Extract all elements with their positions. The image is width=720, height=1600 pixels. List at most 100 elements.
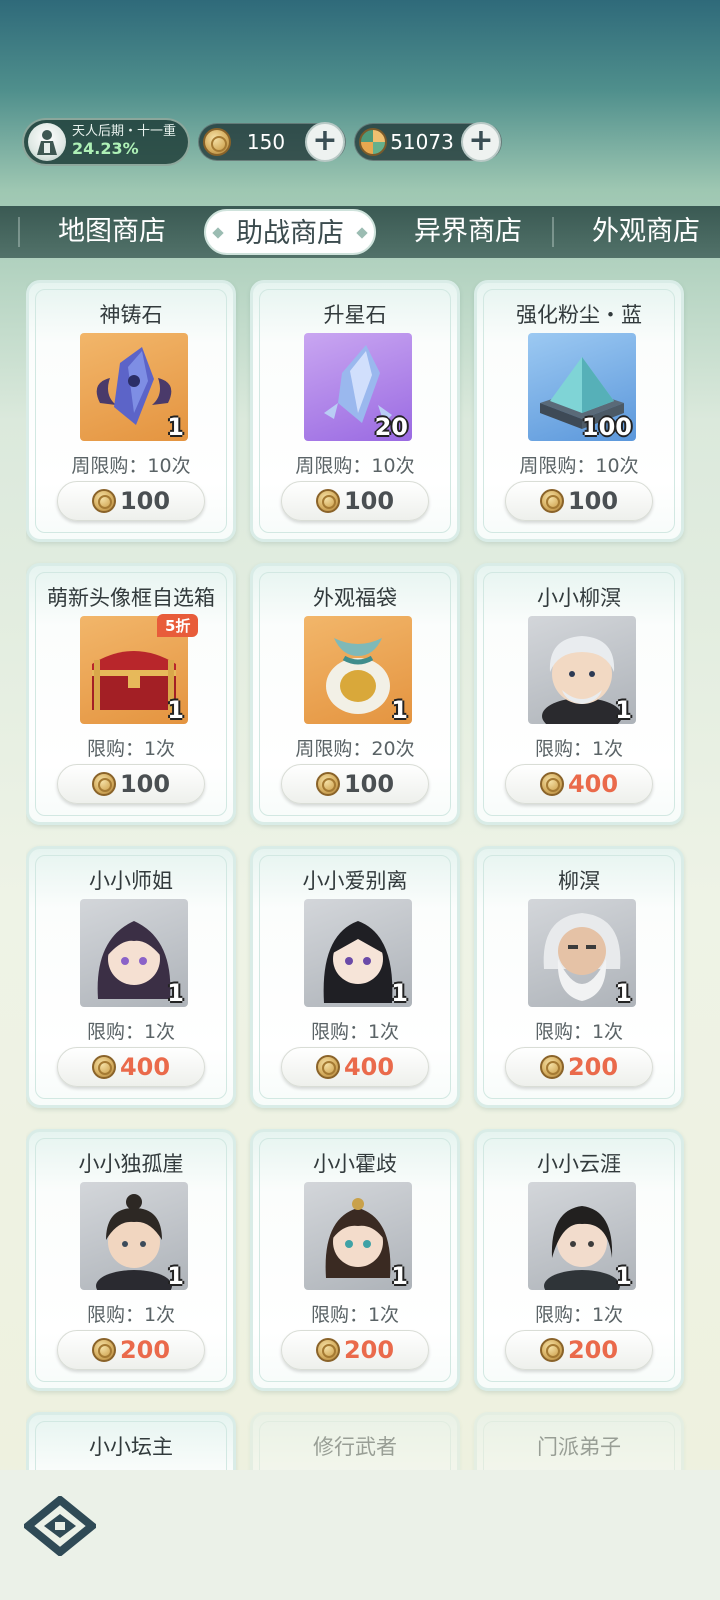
realm-title: 天人后期・十一重: [72, 124, 177, 140]
purchase-limit: 限购：1次: [86, 738, 176, 760]
item-name: 升星石: [323, 303, 387, 327]
item-quantity: 1: [167, 1262, 184, 1290]
realm-progress-value: 24.23%: [72, 139, 139, 159]
item-quantity: 1: [615, 696, 632, 724]
currency-coin: 150 +: [198, 122, 346, 162]
item-name: 门派弟子: [537, 1435, 621, 1459]
shop-item-card[interactable]: 门派弟子: [474, 1412, 684, 1470]
item-price: 100: [343, 770, 395, 798]
bottom-bar: [0, 1470, 720, 1600]
item-name: 强化粉尘・蓝: [516, 303, 642, 327]
coin-icon: [91, 1055, 116, 1079]
shop-item-card[interactable]: 小小云涯 1 限购：1次 200: [474, 1129, 684, 1391]
coin-icon: [203, 128, 231, 156]
shop-item-card[interactable]: 小小独孤崖 1 限购：1次 200: [26, 1129, 236, 1391]
shop-item-card[interactable]: 小小柳溟 1 限购：1次 400: [474, 563, 684, 825]
item-price: 200: [567, 1336, 619, 1364]
item-quantity: 1: [391, 1262, 408, 1290]
item-price: 100: [343, 487, 395, 515]
add-jade-button[interactable]: +: [461, 122, 501, 162]
item-name: 小小云涯: [537, 1152, 621, 1176]
shop-item-card[interactable]: 小小坛主: [26, 1412, 236, 1470]
purchase-limit: 限购：1次: [86, 1021, 176, 1043]
tab-support-shop[interactable]: 助战商店: [204, 209, 376, 255]
buy-button[interactable]: 200: [505, 1047, 653, 1087]
shop-item-card[interactable]: 小小霍歧 1 限购：1次 200: [250, 1129, 460, 1391]
avatar-purple-hair-icon: 1: [80, 899, 188, 1007]
coin-icon: [315, 1338, 340, 1362]
item-price: 400: [119, 1053, 171, 1081]
tab-divider: [18, 217, 20, 247]
coin-icon: [91, 772, 116, 796]
shop-item-card[interactable]: 外观福袋 1 周限购：20次 100: [250, 563, 460, 825]
purchase-limit: 限购：1次: [310, 1021, 400, 1043]
cultivator-avatar-icon: [28, 123, 66, 161]
item-price: 200: [343, 1336, 395, 1364]
buy-button[interactable]: 100: [505, 481, 653, 521]
coin-icon: [315, 1055, 340, 1079]
buy-button[interactable]: 100: [281, 481, 429, 521]
item-quantity: 1: [167, 696, 184, 724]
realm-progress[interactable]: 天人后期・十一重 24.23%: [22, 118, 190, 166]
item-quantity: 100: [581, 413, 632, 441]
coin-amount: 150: [246, 130, 286, 154]
buy-button[interactable]: 200: [281, 1330, 429, 1370]
buy-button[interactable]: 100: [57, 764, 205, 804]
status-row: 天人后期・十一重 24.23% 150 + 51073 +: [22, 118, 502, 166]
tab-divider: [552, 217, 554, 247]
coin-icon: [315, 772, 340, 796]
buy-button[interactable]: 400: [57, 1047, 205, 1087]
buy-button[interactable]: 200: [505, 1330, 653, 1370]
item-quantity: 1: [167, 413, 184, 441]
item-name: 柳溟: [558, 869, 600, 893]
buy-button[interactable]: 400: [281, 1047, 429, 1087]
shop-item-card[interactable]: 萌新头像框自选箱 1 5折 限购：1次 100: [26, 563, 236, 825]
shop-item-card[interactable]: 小小师姐 1 限购：1次 400: [26, 846, 236, 1108]
purchase-limit: 限购：1次: [86, 1304, 176, 1326]
item-name: 外观福袋: [313, 586, 397, 610]
item-price: 400: [567, 770, 619, 798]
avatar-scholar-icon: 1: [528, 1182, 636, 1290]
lucky-bag-icon: 1: [304, 616, 412, 724]
buy-button[interactable]: 100: [281, 764, 429, 804]
buy-button[interactable]: 400: [505, 764, 653, 804]
coin-icon: [539, 772, 564, 796]
item-name: 神铸石: [99, 303, 163, 327]
star-stone-icon: 20: [304, 333, 412, 441]
menu-logo-icon[interactable]: [21, 1494, 99, 1558]
purchase-limit: 限购：1次: [534, 1304, 624, 1326]
item-name: 小小师姐: [89, 869, 173, 893]
purchase-limit: 周限购：10次: [295, 455, 415, 477]
shop-tabs: 地图商店 助战商店 异界商店 外观商店: [0, 206, 720, 258]
purchase-limit: 限购：1次: [534, 1021, 624, 1043]
item-quantity: 20: [374, 413, 408, 441]
jade-icon: [359, 128, 387, 156]
shop-item-card[interactable]: 修行武者: [250, 1412, 460, 1470]
coin-icon: [539, 1055, 564, 1079]
jade-amount: 51073: [390, 130, 454, 154]
shop-item-card[interactable]: 神铸石 1 周限购：10次 100: [26, 280, 236, 542]
shop-item-card[interactable]: 小小爱别离 1 限购：1次 400: [250, 846, 460, 1108]
tab-map-shop[interactable]: 地图商店: [44, 209, 180, 255]
tab-otherworld-shop[interactable]: 异界商店: [400, 209, 536, 255]
buy-button[interactable]: 200: [57, 1330, 205, 1370]
avatar-topknot-icon: 1: [80, 1182, 188, 1290]
coin-icon: [539, 489, 564, 513]
currency-jade: 51073 +: [354, 122, 502, 162]
shop-item-card[interactable]: 升星石 20 周限购：10次 100: [250, 280, 460, 542]
purchase-limit: 周限购：20次: [295, 738, 415, 760]
dust-pile-icon: 100: [528, 333, 636, 441]
add-coin-button[interactable]: +: [305, 122, 345, 162]
item-price: 400: [343, 1053, 395, 1081]
item-quantity: 1: [615, 1262, 632, 1290]
buy-button[interactable]: 100: [57, 481, 205, 521]
item-name: 小小坛主: [89, 1435, 173, 1459]
discount-badge: 5折: [157, 614, 199, 637]
item-quantity: 1: [615, 979, 632, 1007]
shop-item-card[interactable]: 柳溟 1 限购：1次 200: [474, 846, 684, 1108]
avatar-bun-icon: 1: [304, 1182, 412, 1290]
item-quantity: 1: [391, 979, 408, 1007]
coin-icon: [91, 1338, 116, 1362]
shop-item-card[interactable]: 强化粉尘・蓝 100 周限购：10次 100: [474, 280, 684, 542]
tab-appearance-shop[interactable]: 外观商店: [578, 209, 714, 255]
